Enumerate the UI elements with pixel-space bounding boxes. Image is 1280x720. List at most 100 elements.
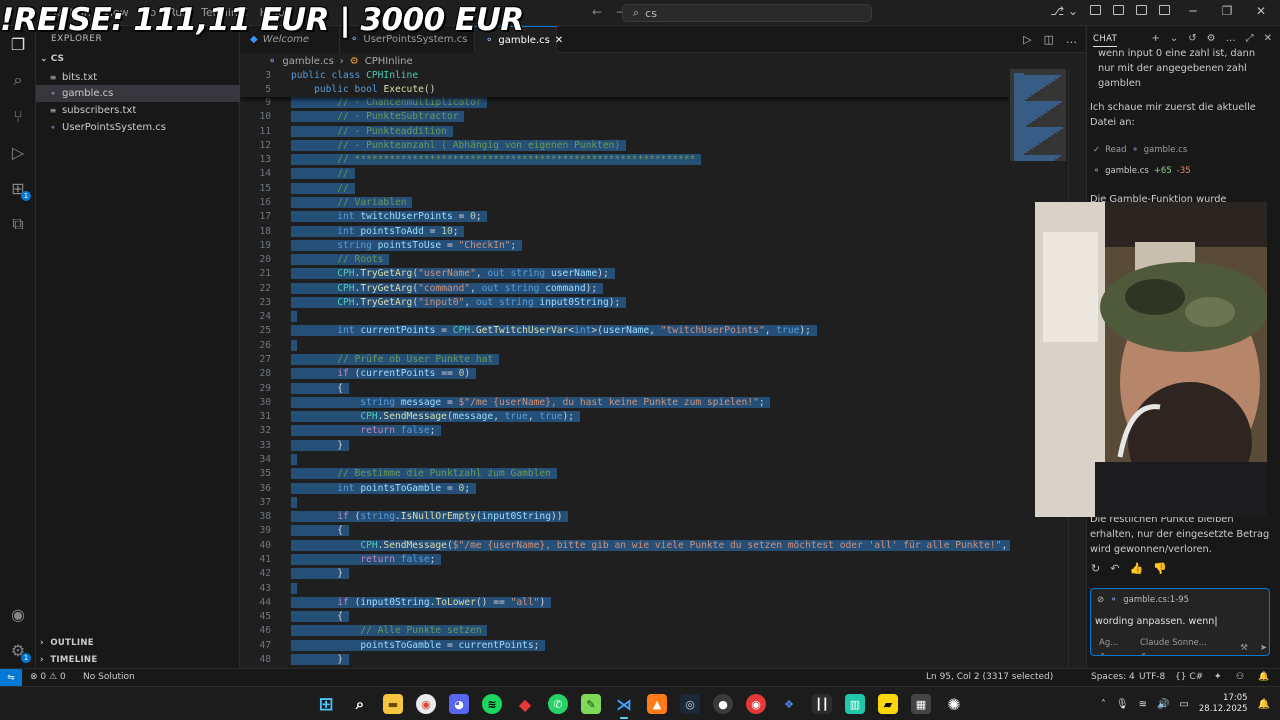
wifi-icon[interactable]: ≋ <box>1139 699 1147 710</box>
clock[interactable]: 17:05 28.12.2025 <box>1199 693 1248 715</box>
gear-icon[interactable]: ⚙ <box>1207 33 1216 44</box>
layout-icon-1[interactable] <box>1090 4 1101 18</box>
more-actions-icon[interactable]: … <box>1066 33 1077 46</box>
code-line[interactable]: 20 // Roots <box>240 253 1010 267</box>
code-line[interactable]: 11 // - Punkteaddition <box>240 125 1010 139</box>
sticky-line[interactable]: 5 public bool Execute() <box>240 83 1010 97</box>
code-line[interactable]: 33 } <box>240 439 1010 453</box>
remote-explorer-icon[interactable]: ⧉ <box>6 212 30 236</box>
code-line[interactable]: 32 return false; <box>240 424 1010 438</box>
split-editor-icon[interactable]: ◫ <box>1044 33 1054 46</box>
app-orange-icon[interactable]: ▲ <box>647 694 667 714</box>
account-status-icon[interactable]: ⚇ <box>1236 672 1244 682</box>
minimize-icon[interactable]: ─ <box>1182 4 1204 18</box>
new-chat-icon[interactable]: + <box>1151 33 1159 44</box>
code-line[interactable]: 38 if (string.IsNullOrEmpty(input0String… <box>240 510 1010 524</box>
line-ending[interactable]: {} C# <box>1175 672 1203 682</box>
sticky-notes-icon[interactable]: ▰ <box>878 694 898 714</box>
read-file-chip[interactable]: ✓ Read ⚬ gamble.cs <box>1093 145 1187 155</box>
attach-icon[interactable]: ⊘ <box>1097 595 1104 605</box>
close-tab-icon[interactable]: ✕ <box>555 35 563 46</box>
app-teal-icon[interactable]: ▥ <box>845 694 865 714</box>
code-line[interactable]: 36 int pointsToGamble = 0; <box>240 482 1010 496</box>
thumbs-up-icon[interactable]: 👍 <box>1129 562 1143 575</box>
code-line[interactable]: 27 // Prüfe ob User Punkte hat <box>240 353 1010 367</box>
code-line[interactable]: 39 { <box>240 524 1010 538</box>
send-icon[interactable]: ➤ <box>1260 643 1267 653</box>
code-line[interactable]: 17 int twitchUserPoints = 0; <box>240 210 1010 224</box>
extensions-icon[interactable]: ⊞ 1 <box>6 176 31 201</box>
model-select[interactable]: Claude Sonne... ⌄ <box>1140 638 1216 658</box>
layout-icon-2[interactable] <box>1113 4 1124 18</box>
problems-indicator[interactable]: ⊗ 0 ⚠ 0 <box>30 672 66 682</box>
source-control-icon[interactable]: ⑂ <box>6 104 30 128</box>
code-line[interactable]: 15 // <box>240 182 1010 196</box>
code-line[interactable]: 45 { <box>240 610 1010 624</box>
remote-icon[interactable]: ⇋ <box>0 669 22 686</box>
retry-icon[interactable]: ↻ <box>1091 562 1100 575</box>
folder-cs[interactable]: ⌄ CS <box>40 54 64 64</box>
chatgpt-icon[interactable]: ✺ <box>944 694 964 714</box>
code-line[interactable]: 25 int currentPoints = CPH.GetTwitchUser… <box>240 324 1010 338</box>
code-line[interactable]: 24 <box>240 310 1010 324</box>
account-icon[interactable]: ◉ <box>6 602 30 626</box>
cursor-position[interactable]: Ln 95, Col 2 (3317 selected) <box>926 672 1053 682</box>
copilot-status-icon[interactable]: ✦ <box>1214 672 1222 682</box>
history-icon[interactable]: ↺ <box>1188 33 1196 44</box>
run-debug-icon[interactable]: ▷ <box>6 140 30 164</box>
solution-status[interactable]: No Solution <box>83 672 135 682</box>
code-line[interactable]: 10 // - PunkteSubtractor <box>240 110 1010 124</box>
code-line[interactable]: 23 CPH.TryGetArg("input0", out string in… <box>240 296 1010 310</box>
whatsapp-icon[interactable]: ✆ <box>548 694 568 714</box>
mode-select[interactable]: Ag... ⌄ <box>1099 638 1128 658</box>
volume-icon[interactable]: 🔊 <box>1157 699 1169 710</box>
command-center[interactable]: ⌕ cs <box>622 4 872 22</box>
thumbs-down-icon[interactable]: 👎 <box>1153 562 1167 575</box>
code-line[interactable]: 31 CPH.SendMessage(message, true, true); <box>240 410 1010 424</box>
sticky-line[interactable]: 3 public class CPHInline <box>240 69 1010 83</box>
obs-icon[interactable]: ● <box>713 694 733 714</box>
start-menu-icon[interactable]: ⊞ <box>316 694 336 715</box>
breadcrumb-file[interactable]: gamble.cs <box>282 56 333 67</box>
settings-gear-icon[interactable]: ⚙ 1 <box>6 638 31 663</box>
code-line[interactable]: 40 CPH.SendMessage($"/me {userName}, bit… <box>240 539 1010 553</box>
code-line[interactable]: 16 // Variablen <box>240 196 1010 210</box>
timeline-section[interactable]: › TIMELINE <box>36 655 240 665</box>
search-icon[interactable]: ⌕ <box>6 68 30 92</box>
code-line[interactable]: 37 <box>240 496 1010 510</box>
code-line[interactable]: 29 { <box>240 382 1010 396</box>
close-icon[interactable]: ✕ <box>1250 4 1272 18</box>
file-explorer-icon[interactable]: ▬ <box>383 694 403 714</box>
app-blue-icon[interactable]: ❖ <box>779 694 799 714</box>
code-line[interactable]: 22 CPH.TryGetArg("command", out string c… <box>240 282 1010 296</box>
file-userpointssystem-cs[interactable]: ⚬ UserPointsSystem.cs <box>36 119 240 136</box>
code-line[interactable]: 34 <box>240 453 1010 467</box>
chevron-up-icon[interactable]: ˄ <box>1101 699 1106 710</box>
code-line[interactable]: 19 string pointsToUse = "CheckIn"; <box>240 239 1010 253</box>
steam-icon[interactable]: ◎ <box>680 694 700 714</box>
file-subscribers-txt[interactable]: ≡ subscribers.txt <box>36 102 240 119</box>
discord-icon[interactable]: ◕ <box>449 694 469 714</box>
notifications-icon[interactable]: 🔔 <box>1258 699 1270 710</box>
tools-icon[interactable]: ⚒ <box>1240 643 1248 653</box>
battery-icon[interactable]: ▭ <box>1179 699 1188 710</box>
chrome-icon[interactable]: ◉ <box>416 694 436 714</box>
notifications-bell-icon[interactable]: 🔔 <box>1258 672 1269 682</box>
microphone-icon[interactable]: 🎙 <box>1116 699 1129 710</box>
search-icon[interactable]: ⌕ <box>350 694 370 714</box>
code-line[interactable]: 12 // - Punkteanzahl ( Abhängig von eige… <box>240 139 1010 153</box>
encoding[interactable]: UTF-8 <box>1139 672 1165 682</box>
file-gamble-cs[interactable]: ⚬ gamble.cs <box>36 85 240 102</box>
code-editor[interactable]: 3 public class CPHInline 5 public bool Exe… <box>240 69 1010 668</box>
outline-section[interactable]: › OUTLINE <box>36 638 240 648</box>
more-icon[interactable]: … <box>1226 33 1236 44</box>
close-panel-icon[interactable]: ✕ <box>1264 33 1272 44</box>
audio-app-icon[interactable]: ┃┃ <box>812 694 832 714</box>
app-red-diamond-icon[interactable]: ◆ <box>515 694 535 714</box>
code-line[interactable]: 13 // **********************************… <box>240 153 1010 167</box>
code-line[interactable]: 47 pointsToGamble = currentPoints; <box>240 639 1010 653</box>
maximize-icon[interactable]: ❐ <box>1216 4 1238 18</box>
code-line[interactable]: 41 return false; <box>240 553 1010 567</box>
back-arrow-icon[interactable]: ← <box>592 5 602 19</box>
chat-input-text[interactable]: wording anpassen. wenn| <box>1095 616 1218 627</box>
